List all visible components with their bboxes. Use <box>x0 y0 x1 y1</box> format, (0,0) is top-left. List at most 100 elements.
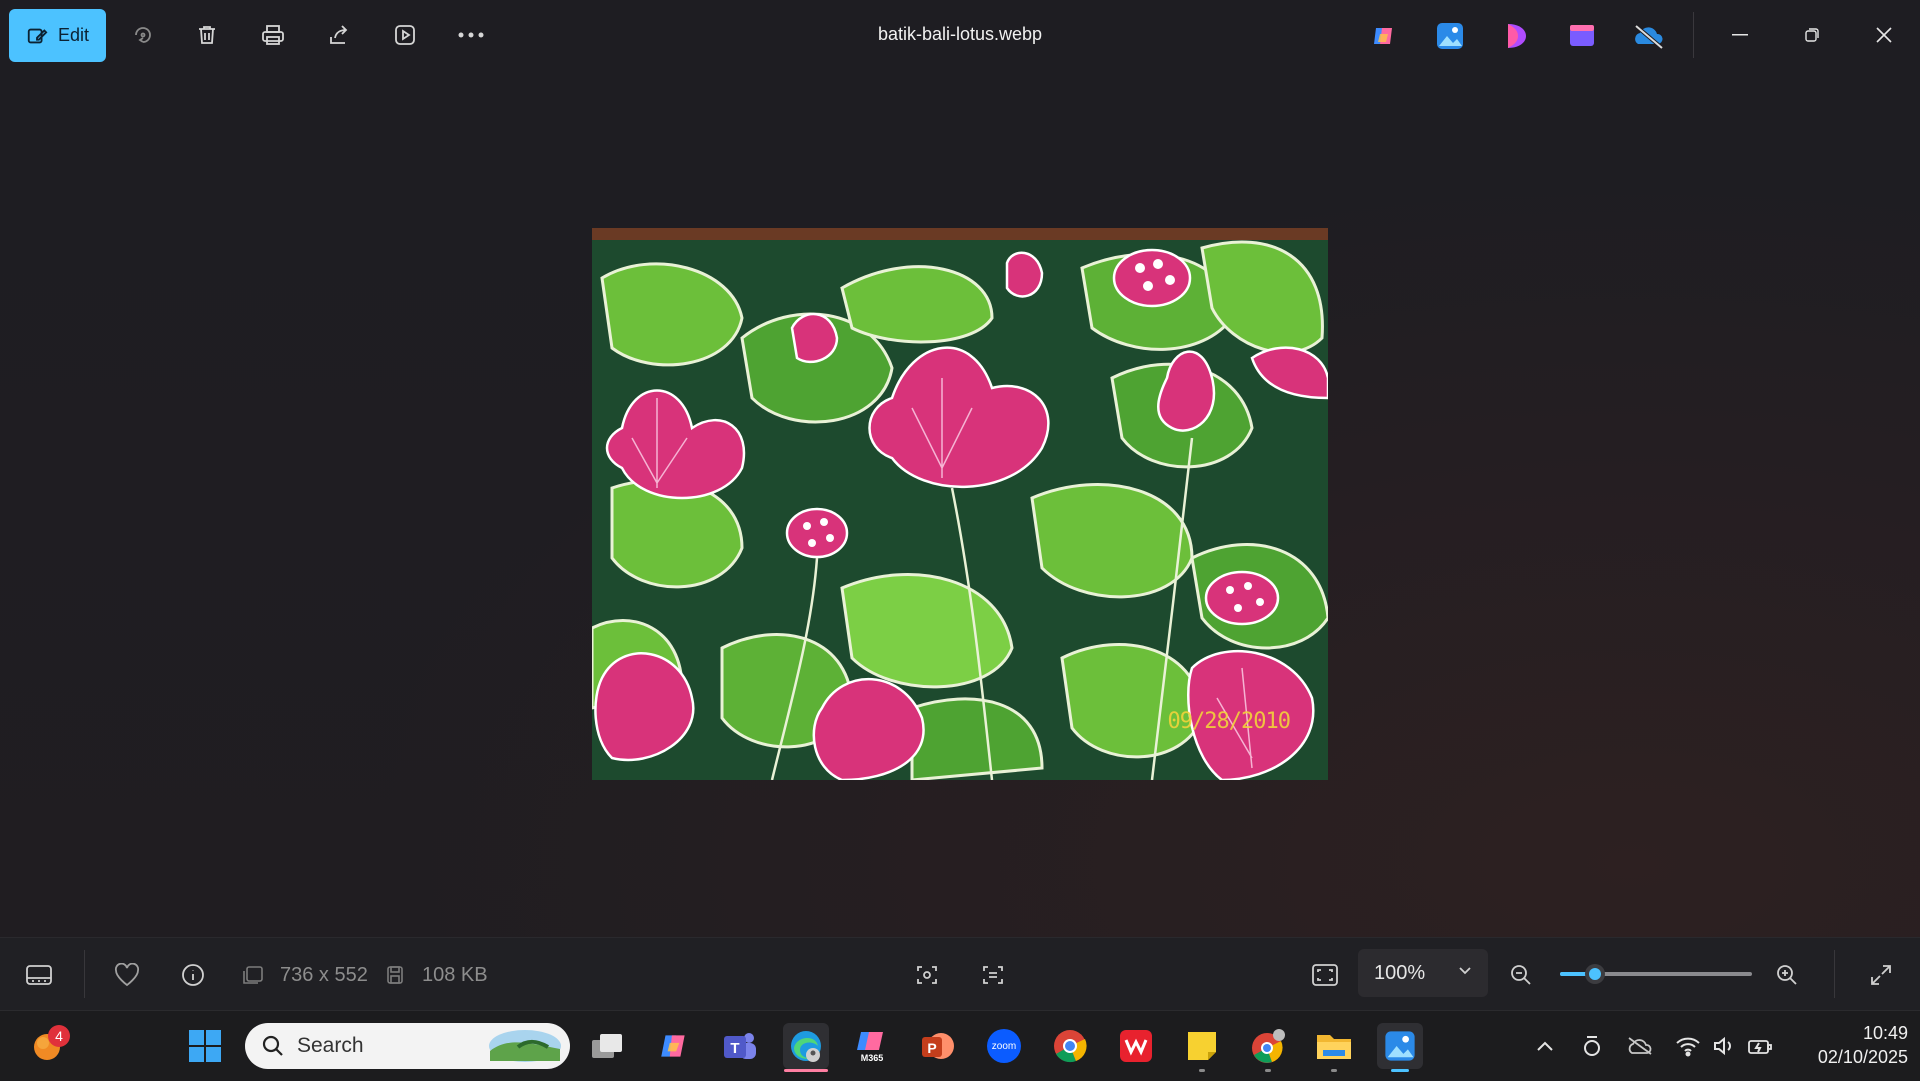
taskbar-zoom[interactable]: zoom <box>981 1023 1027 1069</box>
taskbar-search[interactable]: Search <box>245 1023 570 1069</box>
edit-icon <box>27 28 48 43</box>
visual-search-icon <box>917 966 937 984</box>
window-title: batik-bali-lotus.webp <box>877 24 1043 44</box>
title-bar-divider <box>1693 12 1694 58</box>
status-divider <box>84 950 85 998</box>
clipchamp-icon[interactable] <box>1566 20 1598 52</box>
svg-text:T: T <box>730 1040 739 1057</box>
taskbar-powerpoint[interactable]: P <box>915 1023 961 1069</box>
zoom-dropdown[interactable]: 100% <box>1358 949 1488 997</box>
file-size-icon <box>380 960 410 990</box>
slideshow-button[interactable] <box>388 18 422 52</box>
chrome-icon <box>1054 1030 1087 1063</box>
edit-button[interactable]: Edit <box>9 9 106 62</box>
task-view-icon <box>592 1034 622 1058</box>
file-info-button[interactable] <box>178 960 208 990</box>
rotate-icon <box>135 27 151 43</box>
favorite-button[interactable] <box>112 960 142 990</box>
photo-canvas[interactable]: 09/28/2010 <box>592 228 1328 780</box>
show-hidden-icons-button[interactable] <box>1531 1033 1559 1059</box>
onedrive-icon[interactable] <box>1632 20 1664 52</box>
file-size: 108 KB <box>422 964 488 986</box>
taskbar-file-explorer[interactable] <box>1311 1023 1357 1072</box>
onedrive-offline-icon <box>1628 1037 1652 1055</box>
heart-icon <box>115 963 139 987</box>
sync-icon <box>1584 1036 1600 1056</box>
restore-icon <box>1805 28 1819 42</box>
slideshow-icon <box>395 25 415 45</box>
fullscreen-button[interactable] <box>1866 960 1896 990</box>
close-button[interactable] <box>1864 18 1904 52</box>
edit-label: Edit <box>57 25 90 45</box>
sticky-notes-icon <box>1188 1032 1216 1060</box>
copilot-icon[interactable] <box>1368 20 1400 52</box>
taskbar: 4 Search T M365 P zoom 10:49 02/10/2025 <box>0 1010 1920 1081</box>
fit-to-window-button[interactable] <box>1310 960 1340 990</box>
tray-sync-button[interactable] <box>1578 1033 1606 1059</box>
taskbar-photos[interactable] <box>1377 1023 1423 1072</box>
image-dimensions: 736 x 552 <box>280 964 368 986</box>
photos-app-icon[interactable] <box>1434 20 1466 52</box>
text-extract-button[interactable] <box>978 960 1008 990</box>
copilot-icon <box>661 1035 685 1057</box>
search-highlight-icon <box>489 1030 561 1062</box>
taskbar-edge[interactable] <box>783 1023 829 1072</box>
tray-battery-button[interactable] <box>1746 1033 1774 1059</box>
restore-button[interactable] <box>1792 18 1832 52</box>
start-button[interactable] <box>182 1023 228 1069</box>
svg-text:M365: M365 <box>861 1053 884 1063</box>
zoom-slider[interactable] <box>1560 964 1752 984</box>
running-indicator <box>1199 1069 1205 1072</box>
zoom-slider-thumb[interactable] <box>1584 964 1605 984</box>
delete-button[interactable] <box>190 18 224 52</box>
tray-onedrive-button[interactable] <box>1626 1033 1654 1059</box>
zoom-in-icon <box>1777 965 1797 985</box>
clipchamp-designer-icon[interactable] <box>1500 20 1532 52</box>
clock-date: 02/10/2025 <box>1817 1047 1908 1067</box>
zoom-app-icon: zoom <box>987 1029 1021 1063</box>
wps-office-icon <box>1120 1030 1152 1062</box>
volume-icon <box>1714 1036 1731 1056</box>
visual-search-button[interactable] <box>912 960 942 990</box>
filmstrip-button[interactable] <box>24 960 54 990</box>
windows-start-icon <box>189 1030 221 1062</box>
system-clock[interactable]: 10:49 02/10/2025 <box>1788 1021 1908 1069</box>
active-indicator <box>1391 1069 1409 1072</box>
tray-volume-button[interactable] <box>1710 1033 1738 1059</box>
filmstrip-icon <box>26 965 52 985</box>
active-indicator <box>784 1069 828 1072</box>
info-icon <box>182 964 204 986</box>
battery-charging-icon <box>1748 1040 1772 1054</box>
more-button[interactable] <box>454 18 488 52</box>
svg-text:zoom: zoom <box>992 1041 1016 1052</box>
taskbar-m365[interactable]: M365 <box>849 1023 895 1069</box>
minimize-icon <box>1732 34 1748 36</box>
photo-date-stamp: 09/28/2010 <box>1167 709 1291 734</box>
search-placeholder: Search <box>297 1034 364 1057</box>
widgets-button[interactable]: 4 <box>24 1023 70 1069</box>
fullscreen-icon <box>1871 965 1891 985</box>
print-button[interactable] <box>256 18 290 52</box>
print-icon <box>262 25 284 45</box>
dimensions-icon <box>238 960 268 990</box>
edge-profile-icon <box>791 1031 821 1062</box>
taskbar-chrome[interactable] <box>1047 1023 1093 1069</box>
delete-icon <box>199 26 215 44</box>
svg-text:P: P <box>927 1040 936 1056</box>
minimize-button[interactable] <box>1720 18 1760 52</box>
zoom-in-button[interactable] <box>1772 960 1802 990</box>
search-icon <box>262 1035 283 1056</box>
taskbar-copilot[interactable] <box>651 1023 697 1069</box>
tray-wifi-button[interactable] <box>1674 1033 1702 1059</box>
zoom-out-button[interactable] <box>1506 960 1536 990</box>
rotate-button[interactable] <box>126 18 160 52</box>
title-bar: Edit batik-bali-lotus.webp <box>0 0 1920 72</box>
taskbar-chrome-profile[interactable] <box>1245 1023 1291 1072</box>
taskbar-sticky-notes[interactable] <box>1179 1023 1225 1072</box>
status-bar: 736 x 552 108 KB 100% <box>0 937 1920 1010</box>
taskbar-teams[interactable]: T <box>717 1023 763 1069</box>
share-button[interactable] <box>322 18 356 52</box>
batik-lotus-image <box>592 228 1328 780</box>
task-view-button[interactable] <box>584 1023 630 1069</box>
taskbar-wps[interactable] <box>1113 1023 1159 1069</box>
